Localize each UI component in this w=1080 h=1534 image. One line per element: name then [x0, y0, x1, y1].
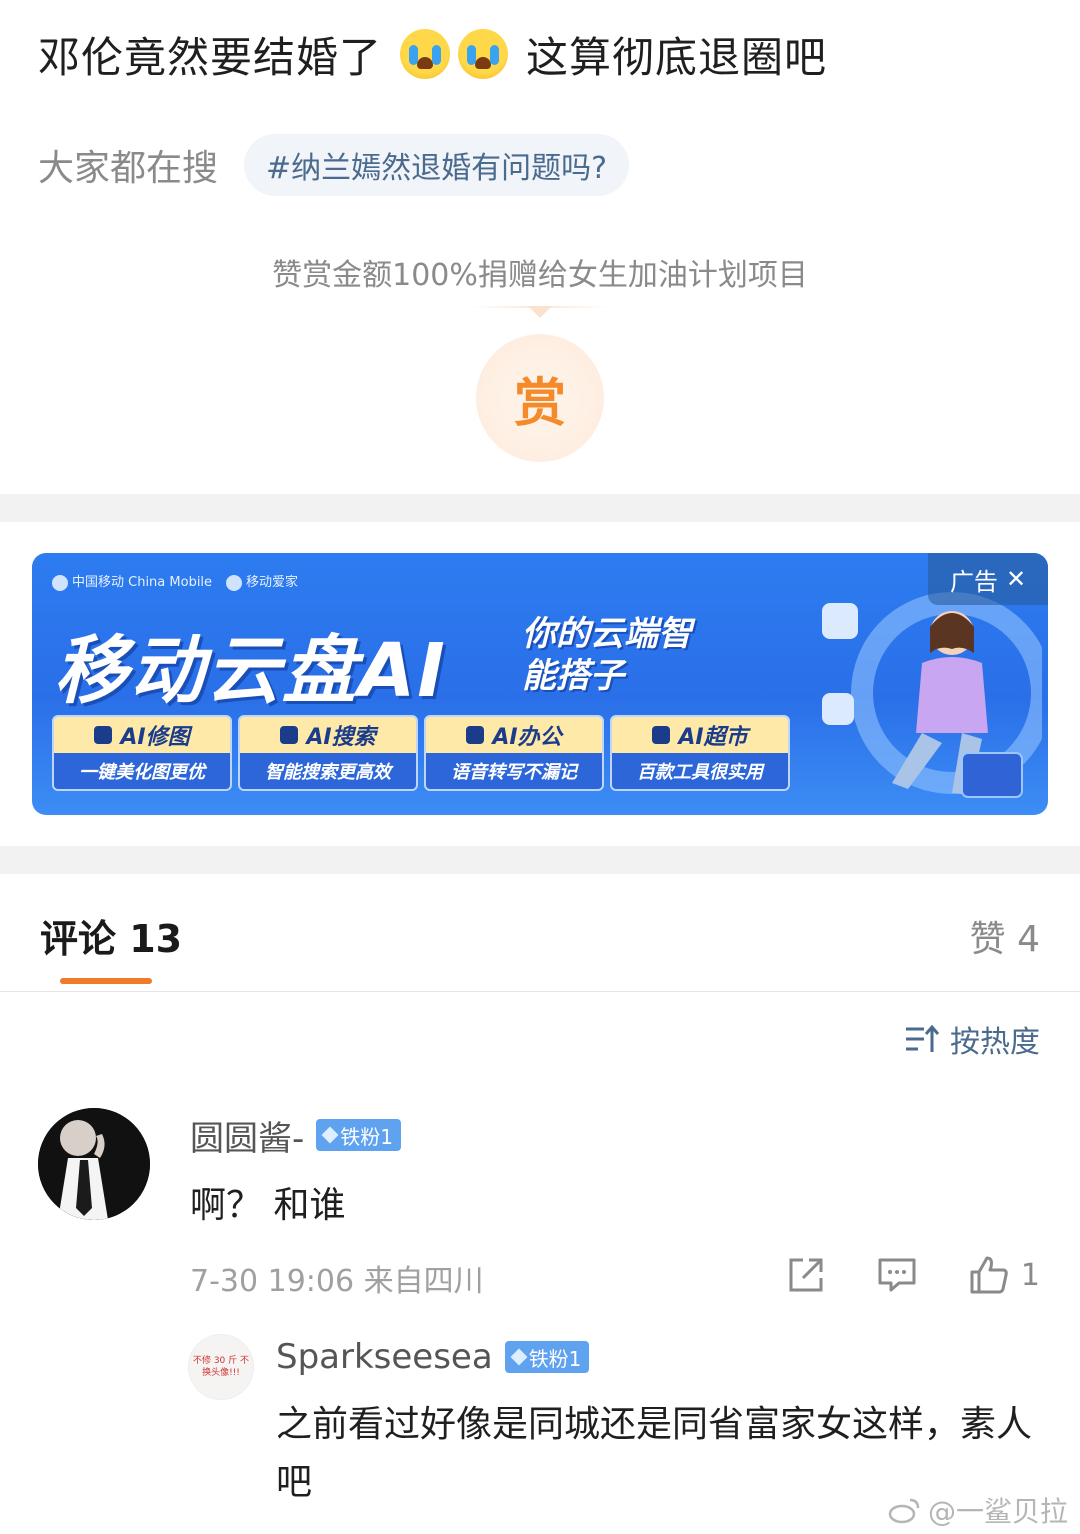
store-icon [652, 726, 671, 744]
ad-label: 广告 [949, 567, 998, 596]
ad-brand-row: 中国移动 China Mobile 移动爱家 [52, 567, 298, 595]
trending-search-chip[interactable]: #纳兰嫣然退婚有问题吗? [244, 134, 630, 196]
weibo-logo-icon [888, 1498, 920, 1524]
sort-by-hot-button[interactable]: 按热度 [904, 1016, 1040, 1062]
ad-brand-b: 移动爱家 [226, 571, 298, 591]
diamond-icon [321, 1126, 339, 1144]
comment-actions: 1 [787, 1252, 1040, 1298]
active-tab-indicator [60, 978, 152, 984]
image-edit-icon [94, 726, 113, 744]
avatar-image [38, 1108, 150, 1220]
ad-feature-list: AI修图 一键美化图更优 AI搜索 智能搜索更高效 AI办公 语音转写不漏记 A… [52, 715, 790, 791]
china-mobile-logo-icon [52, 574, 68, 591]
reward-button[interactable]: 赏 [476, 334, 604, 462]
reply-author-name[interactable]: Sparkseesea [276, 1337, 493, 1377]
tab-comments[interactable]: 评论 13 [40, 908, 182, 963]
crying-emoji-icon [458, 29, 509, 79]
share-icon[interactable] [787, 1256, 825, 1294]
ad-title: 移动云盘AI [54, 628, 447, 714]
weibo-post-page: 邓伦竟然要结婚了 这算彻底退圈吧 大家都在搜 #纳兰嫣然退婚有问题吗? 赞赏金额… [0, 0, 1080, 1534]
fan-badge: 铁粉1 [504, 1341, 590, 1373]
comment-author: 圆圆酱- 铁粉1 [190, 1111, 402, 1160]
tab-likes[interactable]: 赞 4 [970, 910, 1040, 962]
trending-search-row: 大家都在搜 #纳兰嫣然退婚有问题吗? [38, 132, 630, 198]
watermark: @一鲨贝拉 [888, 1490, 1068, 1530]
ad-close-badge[interactable]: 广告 ✕ [928, 553, 1048, 605]
post-title-text-b: 这算彻底退圈吧 [526, 32, 828, 82]
header-divider [0, 991, 1080, 992]
post-title-text-a: 邓伦竟然要结婚了 [38, 32, 383, 82]
ad-feature-item: AI超市 百款工具很实用 [610, 715, 790, 791]
avatar[interactable] [38, 1108, 150, 1220]
reward-description: 赞赏金额100%捐赠给女生加油计划项目 [272, 258, 808, 293]
like-count: 1 [1020, 1257, 1040, 1293]
reply-author: Sparkseesea 铁粉1 [276, 1334, 590, 1380]
trending-search-label: 大家都在搜 [38, 148, 219, 189]
section-divider [0, 494, 1080, 522]
ad-brand-a: 中国移动 China Mobile [52, 571, 212, 591]
ad-illustration [822, 592, 1042, 798]
sort-label: 按热度 [950, 1025, 1040, 1060]
comment-text: 啊？ 和谁 [190, 1185, 346, 1226]
diamond-icon [510, 1348, 528, 1366]
close-icon[interactable]: ✕ [1006, 565, 1026, 593]
crying-emoji-icon [400, 29, 451, 79]
office-icon [466, 726, 485, 744]
search-icon [280, 726, 299, 744]
ad-feature-item: AI修图 一键美化图更优 [52, 715, 232, 791]
comment-icon[interactable] [877, 1257, 917, 1293]
ad-feature-item: AI办公 语音转写不漏记 [424, 715, 604, 791]
reply-avatar[interactable]: 不修 30 斤 不换头像!!! [188, 1334, 254, 1400]
fan-badge: 铁粉1 [316, 1119, 402, 1151]
reward-caret-icon [528, 306, 552, 318]
reply-avatar-text: 不修 30 斤 不换头像!!! [192, 1356, 250, 1378]
comment-author-name[interactable]: 圆圆酱- [190, 1111, 304, 1160]
ad-banner[interactable]: 中国移动 China Mobile 移动爱家 移动云盘AI 你的云端智能搭子 A… [32, 553, 1048, 815]
post-title: 邓伦竟然要结婚了 这算彻底退圈吧 [38, 22, 1048, 86]
like-button[interactable]: 1 [969, 1255, 1040, 1295]
ad-feature-item: AI搜索 智能搜索更高效 [238, 715, 418, 791]
home-logo-icon [226, 574, 243, 591]
ad-slogan: 你的云端智能搭子 [522, 614, 692, 696]
thumbs-up-icon [970, 1256, 1008, 1294]
watermark-text: @一鲨贝拉 [927, 1495, 1068, 1528]
section-divider [0, 846, 1080, 874]
comment-meta: 7-30 19:06 来自四川 [190, 1264, 484, 1299]
sort-icon [906, 1024, 940, 1052]
